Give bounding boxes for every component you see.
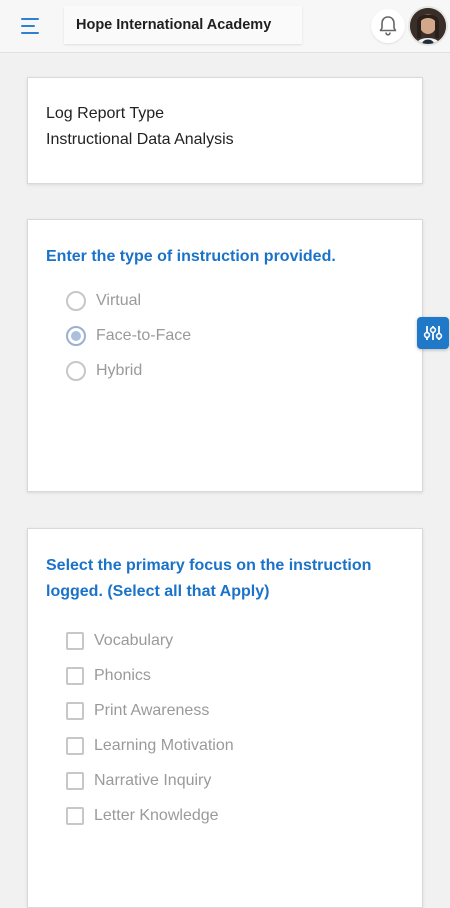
school-title: Hope International Academy xyxy=(64,6,302,44)
checkbox-label: Print Awareness xyxy=(94,702,210,719)
instruction-type-question: Enter the type of instruction provided. xyxy=(46,248,336,265)
notifications-button[interactable] xyxy=(371,9,405,43)
instruction-type-card: Enter the type of instruction provided. … xyxy=(27,219,423,492)
log-report-card: Log Report Type Instructional Data Analy… xyxy=(27,77,423,184)
avatar-image xyxy=(410,8,446,44)
checkbox-label: Vocabulary xyxy=(94,632,174,649)
app-header: Hope International Academy xyxy=(0,0,450,53)
checkbox[interactable] xyxy=(66,702,84,720)
checkbox-option-letter-knowledge[interactable]: Letter Knowledge xyxy=(66,804,219,828)
checkbox-option-learning-motivation[interactable]: Learning Motivation xyxy=(66,734,234,758)
radio-label: Hybrid xyxy=(96,362,143,379)
checkbox-label: Letter Knowledge xyxy=(94,807,219,824)
radio-option-face-to-face[interactable]: Face-to-Face xyxy=(66,324,191,348)
checkbox[interactable] xyxy=(66,667,84,685)
checkbox-option-print-awareness[interactable]: Print Awareness xyxy=(66,699,209,723)
checkbox-option-phonics[interactable]: Phonics xyxy=(66,664,151,688)
radio-label: Virtual xyxy=(96,292,142,309)
radio-option-virtual[interactable]: Virtual xyxy=(66,289,141,313)
primary-focus-question: Select the primary focus on the instruct… xyxy=(46,557,372,600)
school-title-text: Hope International Academy xyxy=(76,17,272,33)
checkbox[interactable] xyxy=(66,737,84,755)
hamburger-menu-icon[interactable] xyxy=(18,14,44,38)
radio-button-selected[interactable] xyxy=(66,326,86,346)
checkbox-label: Narrative Inquiry xyxy=(94,772,212,789)
checkbox-label: Learning Motivation xyxy=(94,737,234,754)
log-report-type-value: Instructional Data Analysis xyxy=(46,131,234,148)
filter-settings-button[interactable] xyxy=(417,317,449,349)
radio-label: Face-to-Face xyxy=(96,327,192,344)
radio-option-hybrid[interactable]: Hybrid xyxy=(66,359,142,383)
checkbox-label: Phonics xyxy=(94,667,151,684)
checkbox[interactable] xyxy=(66,807,84,825)
radio-button[interactable] xyxy=(66,361,86,381)
checkbox[interactable] xyxy=(66,772,84,790)
user-avatar[interactable] xyxy=(410,8,446,44)
checkbox-option-narrative-inquiry[interactable]: Narrative Inquiry xyxy=(66,769,211,793)
primary-focus-card: Select the primary focus on the instruct… xyxy=(27,528,423,908)
checkbox-option-vocabulary[interactable]: Vocabulary xyxy=(66,629,173,653)
log-report-type-label: Log Report Type xyxy=(46,105,165,122)
checkbox[interactable] xyxy=(66,632,84,650)
radio-button[interactable] xyxy=(66,291,86,311)
bell-icon xyxy=(379,16,397,36)
sliders-icon xyxy=(423,326,443,340)
